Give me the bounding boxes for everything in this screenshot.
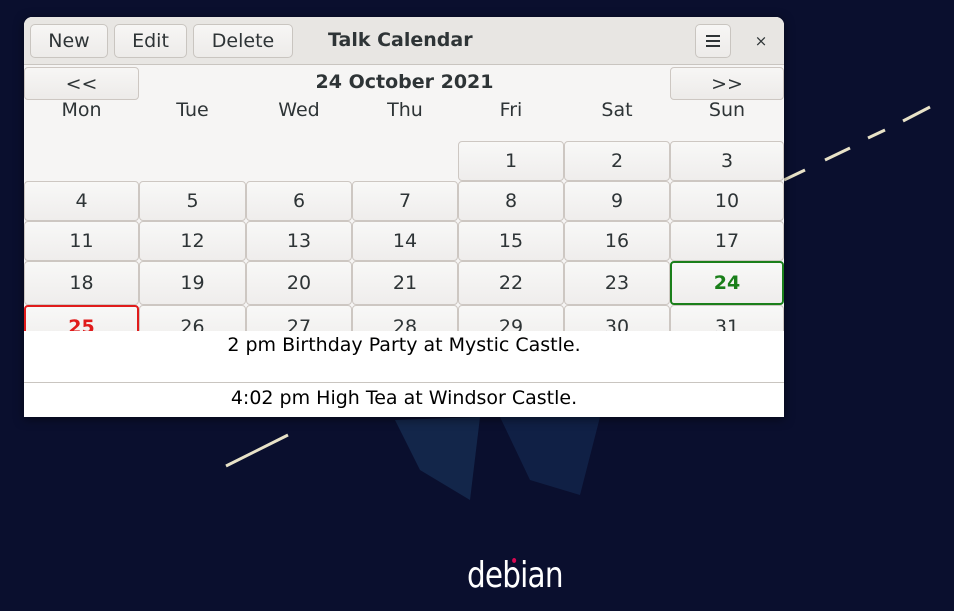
weekday-header: Wed [278,99,320,121]
events-list: 2 pm Birthday Party at Mystic Castle. 4:… [24,331,784,417]
next-month-button[interactable]: >> [670,67,784,100]
weekday-header: Thu [387,99,423,121]
day-cell[interactable]: 16 [564,221,670,261]
day-cell[interactable]: 19 [139,261,246,305]
day-cell[interactable]: 12 [139,221,246,261]
day-cell[interactable]: 17 [670,221,784,261]
day-cell[interactable]: 3 [670,141,784,181]
day-cell[interactable]: 9 [564,181,670,221]
day-cell[interactable]: 13 [246,221,352,261]
weekday-header: Tue [176,99,209,121]
day-cell[interactable]: 8 [458,181,564,221]
day-cell[interactable]: 7 [352,181,458,221]
hamburger-menu-icon [706,35,720,47]
day-cell[interactable]: 23 [564,261,670,305]
day-cell[interactable]: 1 [458,141,564,181]
month-label: 24 October 2021 [315,71,494,93]
day-cell[interactable]: 15 [458,221,564,261]
wallpaper-line [824,146,851,162]
day-cell-today[interactable]: 24 [670,261,784,305]
new-button[interactable]: New [30,24,108,58]
wallpaper-line [902,105,931,123]
debian-logo: debian [467,555,564,596]
wallpaper-shape [500,417,600,495]
weekday-header: Mon [61,99,102,121]
day-cell[interactable]: 5 [139,181,246,221]
edit-button[interactable]: Edit [114,24,187,58]
calendar-widget: << 24 October 2021 >> Mon Tue Wed Thu Fri Sat… [24,65,784,348]
event-divider [24,382,784,383]
day-cell[interactable]: 2 [564,141,670,181]
window-title: Talk Calendar [328,29,473,51]
debian-swirl-dot-icon [512,558,517,563]
wallpaper-line [867,128,886,140]
day-cell[interactable]: 14 [352,221,458,261]
day-cell[interactable]: 20 [246,261,352,305]
day-cell[interactable]: 22 [458,261,564,305]
day-cell[interactable]: 10 [670,181,784,221]
wallpaper-line [225,433,289,468]
delete-button[interactable]: Delete [193,24,293,58]
wallpaper-line [783,168,806,182]
weekday-header: Sun [708,99,746,121]
event-item[interactable]: 4:02 pm High Tea at Windsor Castle. [24,387,784,409]
day-cell[interactable]: 4 [24,181,139,221]
previous-month-button[interactable]: << [24,67,139,100]
day-cell[interactable]: 18 [24,261,139,305]
header-bar: New Edit Delete Talk Calendar × [24,17,784,65]
wallpaper-shape [395,417,480,500]
menu-button[interactable] [695,24,731,58]
close-button[interactable]: × [749,31,773,51]
weekday-header: Sat [601,99,633,121]
weekday-header: Fri [499,99,523,121]
event-item[interactable]: 2 pm Birthday Party at Mystic Castle. [24,334,784,356]
talk-calendar-window: New Edit Delete Talk Calendar × << 24 Oc… [24,17,784,417]
day-cell[interactable]: 11 [24,221,139,261]
day-cell[interactable]: 21 [352,261,458,305]
day-cell[interactable]: 6 [246,181,352,221]
close-icon: × [754,32,768,50]
